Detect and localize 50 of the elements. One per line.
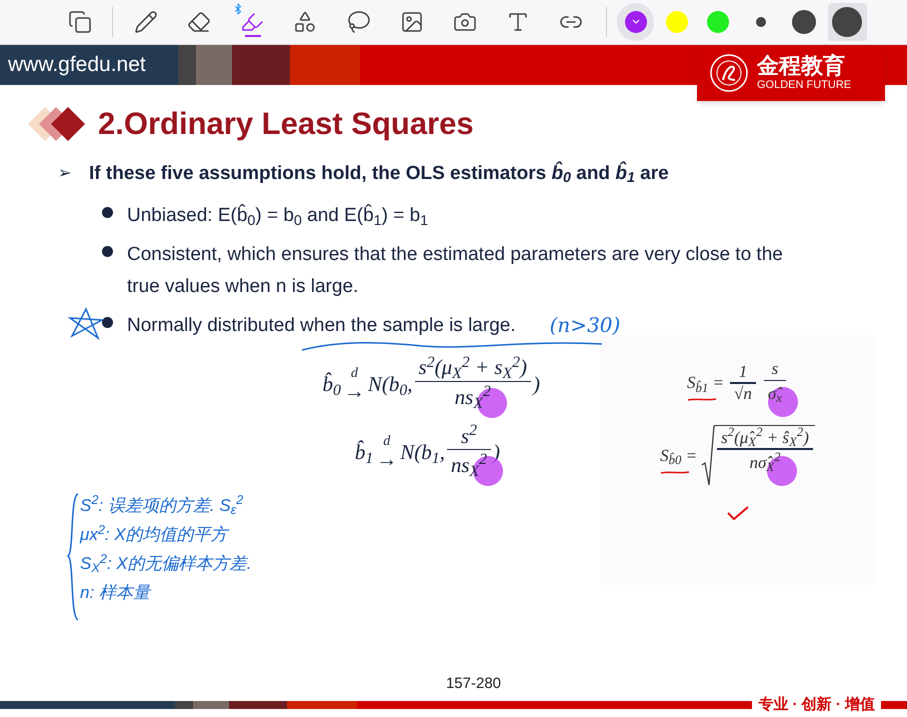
arrow-label: d: [350, 366, 358, 381]
lead-sentence: If these five assumptions hold, the OLS estimators b̂$_{0}$ and b̂$_{1}$ are: [89, 160, 669, 188]
fraction-numerator: s$^{2}$(μ$_{X}$$^{2}$ + s$_{X}$$^{2}$): [418, 355, 528, 381]
fraction-numerator: 1: [738, 362, 748, 382]
fraction-denominator: √n: [733, 384, 753, 404]
arrow-symbol: →: [376, 449, 398, 470]
ink-underline: [687, 396, 718, 402]
formula-term: N(b$_{0}$,: [368, 370, 413, 400]
arrow-symbol: →: [344, 380, 365, 402]
handwritten-note: (n>30): [550, 312, 620, 340]
handwritten-note: μx$^{2}$: X的均值的平方: [80, 520, 230, 546]
formula-term: b̂$_{1}$: [354, 438, 374, 468]
footer-stripe: [881, 701, 907, 709]
arrow-label: d: [383, 435, 390, 450]
bullet-text: Normally distributed when the sample is large.: [127, 314, 516, 338]
handwritten-note: S$_{X}$$^{2}$: X的无偏样本方差.: [80, 550, 252, 578]
logo-name: 金程教育: [757, 55, 846, 77]
formula-term: S$_{b̂1}$ =: [687, 373, 724, 392]
check-mark: [726, 504, 748, 521]
formula-term: b̂$_{0}$: [322, 370, 341, 400]
diamonds-icon: [28, 107, 86, 142]
lasso-icon: [346, 10, 371, 34]
handwritten-note: n: 样本量: [80, 582, 152, 604]
fraction-numerator: s: [770, 359, 780, 380]
website-url: www.gfedu.net: [7, 52, 147, 78]
ink-underline: [660, 470, 690, 475]
formula-term: S$_{b̂0}$ =: [660, 446, 698, 466]
pen-size-button[interactable]: [828, 3, 867, 41]
fraction-numerator: s$^{2}$: [460, 424, 478, 449]
page-number: 157-280: [446, 674, 502, 694]
selected-underline: [244, 35, 261, 37]
star-doodle: [68, 306, 104, 342]
arrow-bullet: ➢: [58, 164, 71, 184]
bullet-text: Consistent, which ensures that the estimated parameters are very close to the true values when n is large.: [127, 243, 784, 299]
slogan: 专业 · 创新 · 增值: [757, 694, 876, 715]
logo-subtitle: GOLDEN FUTURE: [757, 80, 852, 91]
formula-term: ): [533, 370, 540, 398]
color-swatch[interactable]: [616, 3, 654, 41]
shapes-icon: [293, 10, 318, 34]
slide-title: 2.Ordinary Least Squares: [98, 105, 474, 143]
fraction-numerator: s$^{2}$(μ̂$_{X}$$^{2}$ + ŝ$_{X}$$^{2}$): [720, 428, 810, 448]
formula-term: N(b$_{1}$,: [400, 438, 445, 468]
image-icon: [400, 10, 424, 34]
formula-term: ): [493, 438, 500, 466]
pen-icon: [134, 10, 158, 34]
pages-icon: [68, 10, 92, 34]
logo-seal-icon: [709, 53, 749, 93]
chevron-icon: [632, 19, 640, 25]
bullet-text: Unbiased: E(b̂$_{0}$) = b$_{0}$ and E(b̂$_{1}$) = b$_{1}$: [127, 203, 428, 231]
eraser-icon: [186, 10, 211, 34]
